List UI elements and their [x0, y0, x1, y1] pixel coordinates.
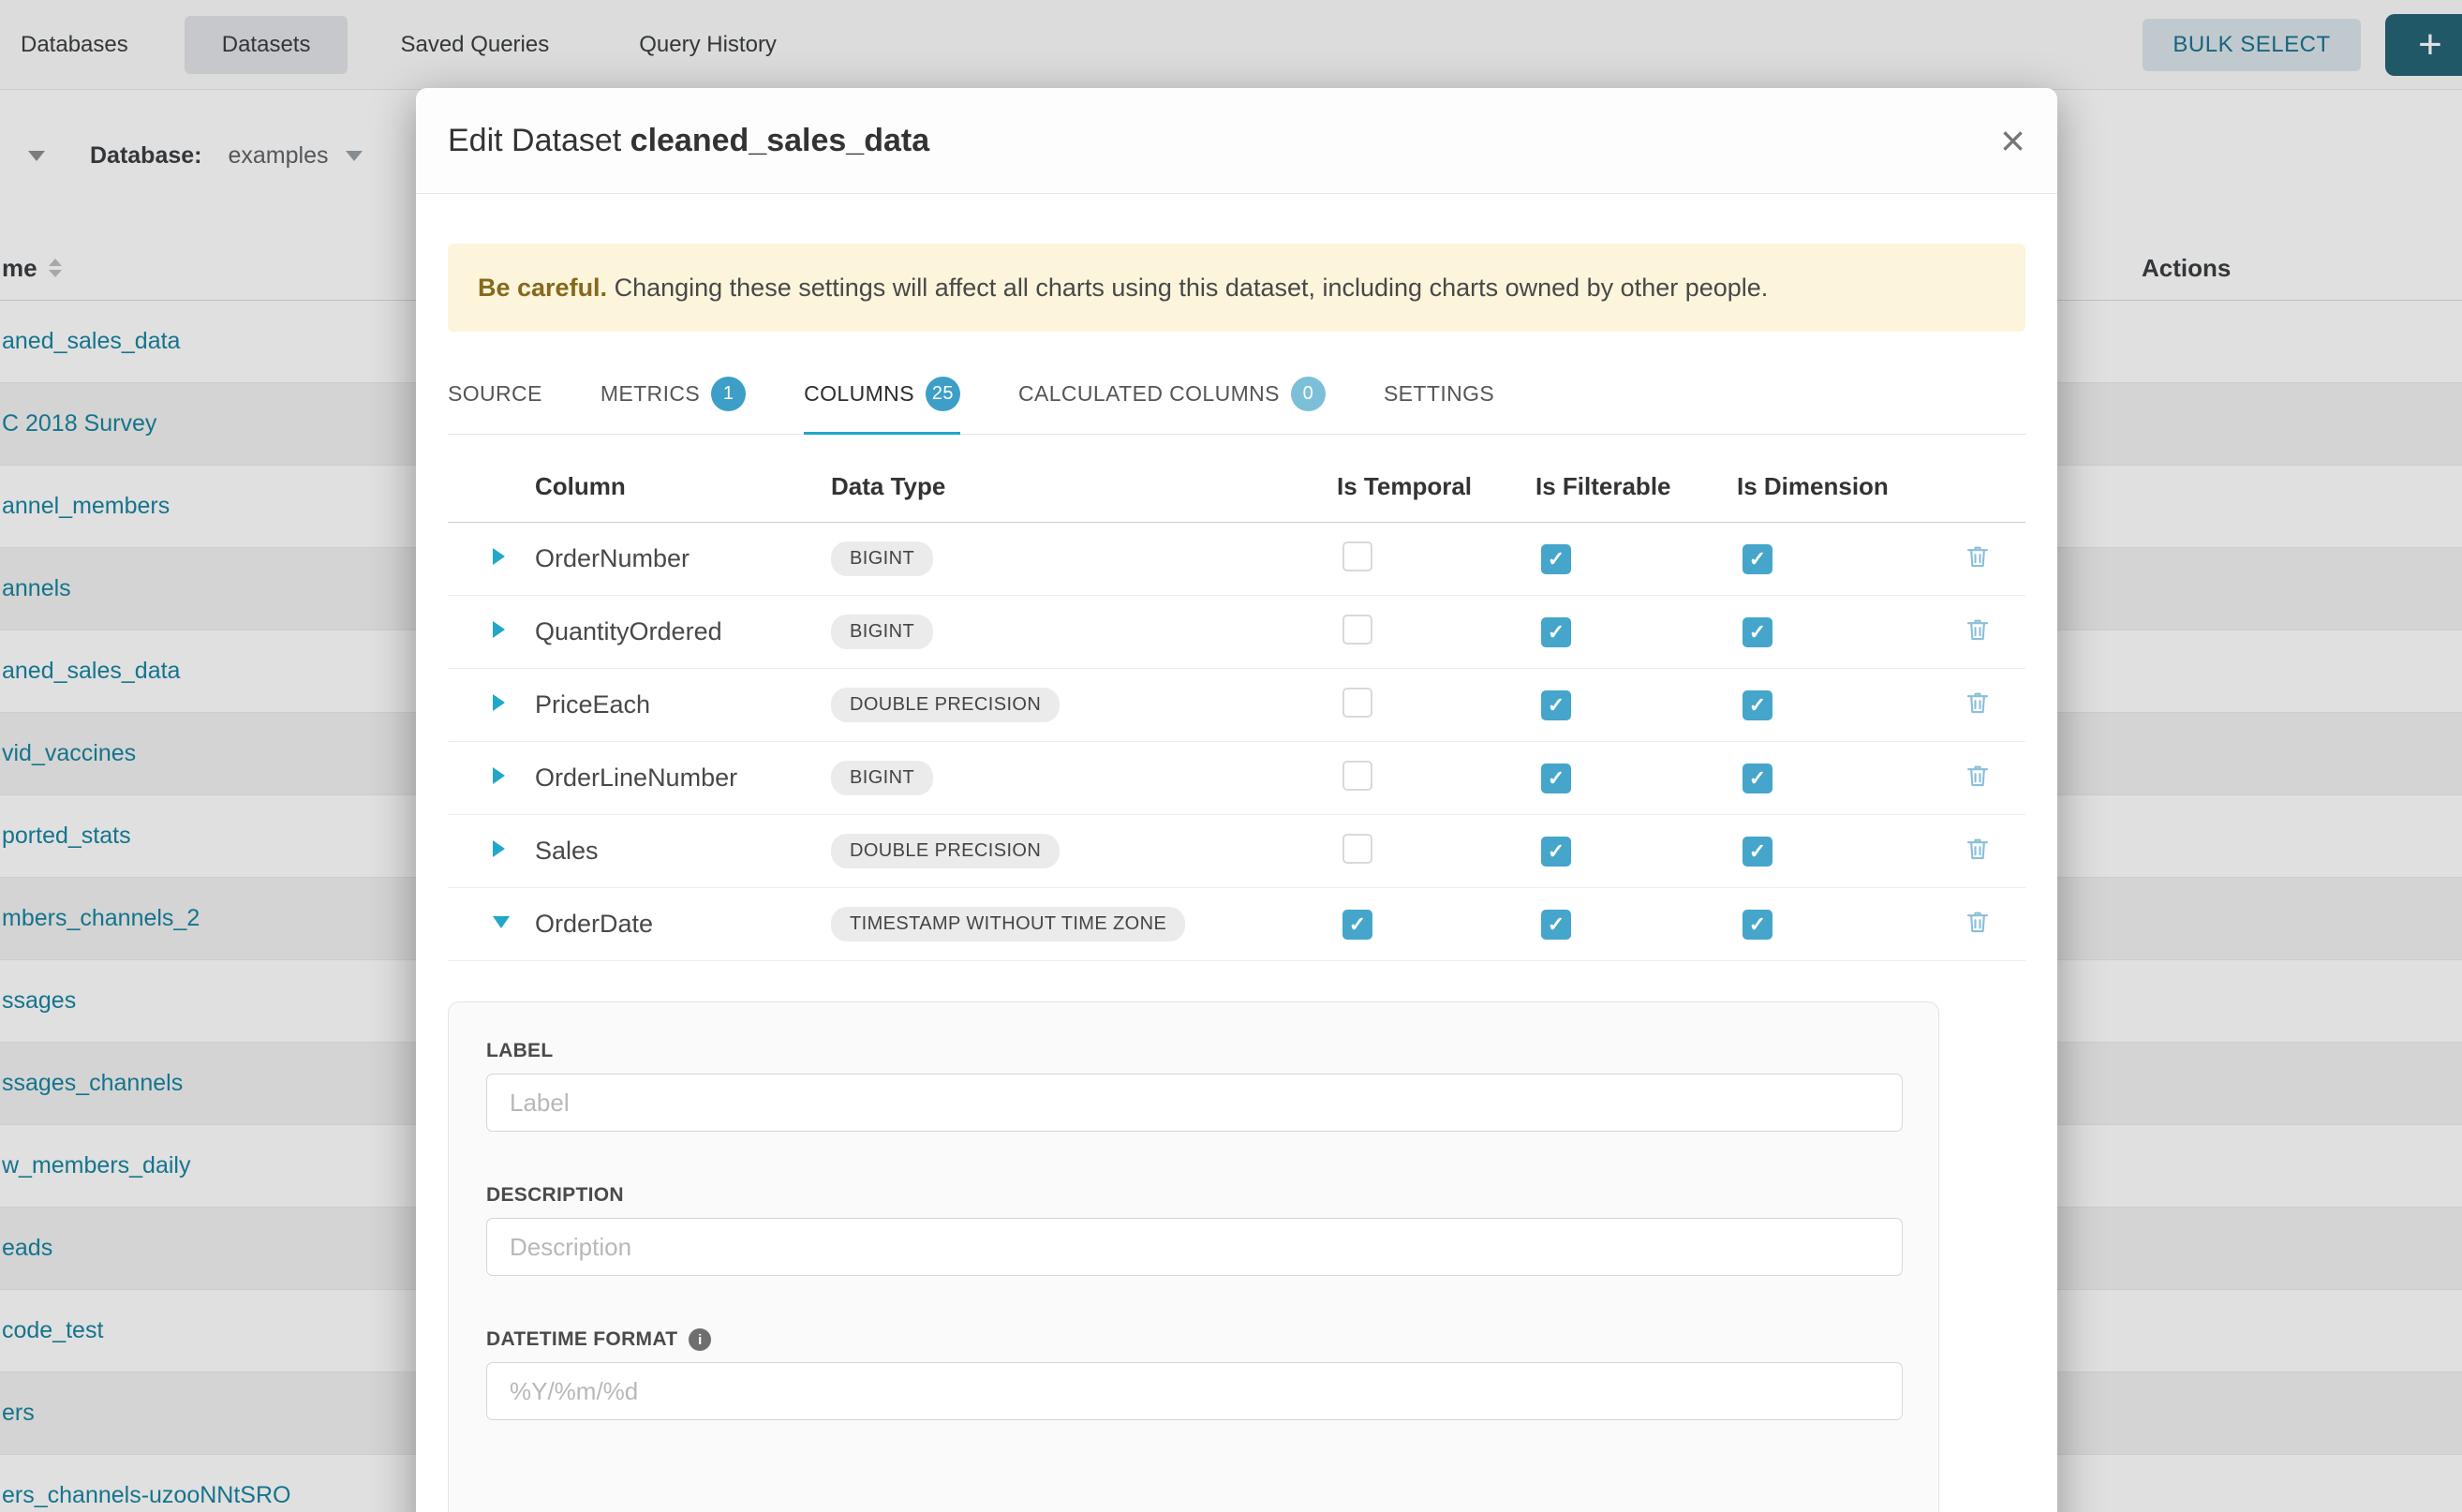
tab-columns[interactable]: COLUMNS 25 [804, 369, 960, 435]
datetime-format-field: DATETIME FORMAT i [486, 1328, 1901, 1420]
tab-count-badge: 25 [926, 377, 960, 411]
checkbox-is-filterable[interactable]: ✓ [1541, 763, 1571, 793]
delete-column-button[interactable] [1964, 762, 1992, 790]
tab-label: SOURCE [448, 381, 542, 407]
tab-count-badge: 1 [711, 377, 746, 411]
header-data-type: Data Type [831, 472, 1337, 501]
label-field-label: LABEL [486, 1040, 1901, 1062]
columns-table-header: Column Data Type Is Temporal Is Filterab… [448, 435, 2025, 523]
modal-title: Edit Dataset cleaned_sales_data [448, 123, 929, 159]
delete-column-button[interactable] [1964, 542, 1992, 571]
tab-label: CALCULATED COLUMNS [1018, 381, 1280, 407]
data-type-pill: BIGINT [831, 541, 933, 576]
checkbox-is-filterable[interactable]: ✓ [1541, 837, 1571, 867]
expand-caret-icon[interactable] [493, 621, 505, 638]
description-field-label: DESCRIPTION [486, 1184, 1901, 1207]
description-field: DESCRIPTION [486, 1184, 1901, 1276]
delete-column-button[interactable] [1964, 689, 1992, 717]
data-type-pill: DOUBLE PRECISION [831, 688, 1060, 722]
tab-source[interactable]: SOURCE [448, 369, 542, 435]
tab-metrics[interactable]: METRICS 1 [601, 369, 746, 435]
checkbox-is-temporal[interactable] [1342, 688, 1372, 718]
modal-title-dataset-name: cleaned_sales_data [630, 123, 929, 158]
modal-title-prefix: Edit Dataset [448, 123, 621, 158]
trash-icon [1964, 908, 1992, 936]
expand-caret-icon[interactable] [493, 694, 505, 711]
label-input[interactable] [486, 1074, 1903, 1132]
description-input[interactable] [486, 1218, 1903, 1276]
column-row: OrderDateTIMESTAMP WITHOUT TIME ZONE ✓ ✓ ✓ [448, 888, 2025, 961]
checkbox-is-filterable[interactable]: ✓ [1541, 690, 1571, 720]
data-type-pill: DOUBLE PRECISION [831, 834, 1060, 868]
column-row: QuantityOrderedBIGINT ✓ ✓ [448, 596, 2025, 669]
info-icon: i [689, 1328, 711, 1351]
column-name: QuantityOrdered [535, 617, 831, 646]
column-name: OrderDate [535, 910, 831, 939]
expand-caret-icon[interactable] [493, 840, 505, 857]
column-name: OrderNumber [535, 544, 831, 573]
delete-column-button[interactable] [1964, 835, 1992, 863]
data-type-pill: TIMESTAMP WITHOUT TIME ZONE [831, 907, 1185, 941]
column-row: OrderLineNumberBIGINT ✓ ✓ [448, 742, 2025, 815]
modal-body: Be careful. Changing these settings will… [416, 244, 2057, 1512]
tab-settings[interactable]: SETTINGS [1384, 369, 1494, 435]
column-row: PriceEachDOUBLE PRECISION ✓ ✓ [448, 669, 2025, 742]
columns-table: Column Data Type Is Temporal Is Filterab… [448, 435, 2025, 961]
datetime-format-input[interactable] [486, 1362, 1903, 1420]
checkbox-is-dimension[interactable]: ✓ [1743, 544, 1772, 574]
collapse-caret-icon[interactable] [493, 916, 510, 928]
tab-label: METRICS [601, 381, 700, 407]
checkbox-is-temporal[interactable] [1342, 761, 1372, 791]
tab-label: COLUMNS [804, 381, 914, 407]
column-row: SalesDOUBLE PRECISION ✓ ✓ [448, 815, 2025, 888]
checkbox-is-filterable[interactable]: ✓ [1541, 544, 1571, 574]
expand-caret-icon[interactable] [493, 548, 505, 565]
checkbox-is-dimension[interactable]: ✓ [1743, 910, 1772, 940]
header-is-filterable: Is Filterable [1535, 472, 1737, 501]
edit-dataset-modal: Edit Dataset cleaned_sales_data × Be car… [416, 88, 2057, 1512]
checkbox-is-dimension[interactable]: ✓ [1743, 763, 1772, 793]
data-type-pill: BIGINT [831, 761, 933, 795]
checkbox-is-temporal[interactable] [1342, 541, 1372, 571]
warning-banner: Be careful. Changing these settings will… [448, 244, 2025, 332]
modal-header: Edit Dataset cleaned_sales_data × [416, 88, 2057, 194]
data-type-pill: BIGINT [831, 615, 933, 649]
tab-label: SETTINGS [1384, 381, 1494, 407]
header-is-temporal: Is Temporal [1337, 472, 1535, 501]
checkbox-is-dimension[interactable]: ✓ [1743, 837, 1772, 867]
warning-text: Changing these settings will affect all … [607, 274, 1768, 302]
checkbox-is-temporal[interactable]: ✓ [1342, 910, 1372, 940]
header-is-dimension: Is Dimension [1737, 472, 1962, 501]
close-icon[interactable]: × [2000, 119, 2025, 162]
tab-bar: SOURCE METRICS 1 COLUMNS 25 CALCULATED COLUMN… [448, 369, 2025, 435]
trash-icon [1964, 835, 1992, 863]
column-name: Sales [535, 837, 831, 866]
checkbox-is-temporal[interactable] [1342, 615, 1372, 645]
column-detail-panel: LABEL DESCRIPTION DATETIME FORMAT i [448, 1001, 1939, 1512]
checkbox-is-filterable[interactable]: ✓ [1541, 910, 1571, 940]
trash-icon [1964, 689, 1992, 717]
delete-column-button[interactable] [1964, 908, 1992, 936]
header-column: Column [535, 472, 831, 501]
tab-count-badge: 0 [1291, 377, 1326, 411]
expand-caret-icon[interactable] [493, 767, 505, 784]
tab-calculated-columns[interactable]: CALCULATED COLUMNS 0 [1018, 369, 1326, 435]
checkbox-is-filterable[interactable]: ✓ [1541, 617, 1571, 647]
column-row: OrderNumberBIGINT ✓ ✓ [448, 523, 2025, 596]
datetime-format-field-label: DATETIME FORMAT [486, 1328, 677, 1351]
label-field: LABEL [486, 1040, 1901, 1132]
checkbox-is-dimension[interactable]: ✓ [1743, 617, 1772, 647]
column-name: PriceEach [535, 690, 831, 719]
trash-icon [1964, 762, 1992, 790]
column-name: OrderLineNumber [535, 763, 831, 793]
warning-bold-text: Be careful. [478, 274, 607, 302]
delete-column-button[interactable] [1964, 615, 1992, 644]
checkbox-is-temporal[interactable] [1342, 834, 1372, 864]
checkbox-is-dimension[interactable]: ✓ [1743, 690, 1772, 720]
trash-icon [1964, 542, 1992, 571]
trash-icon [1964, 615, 1992, 644]
